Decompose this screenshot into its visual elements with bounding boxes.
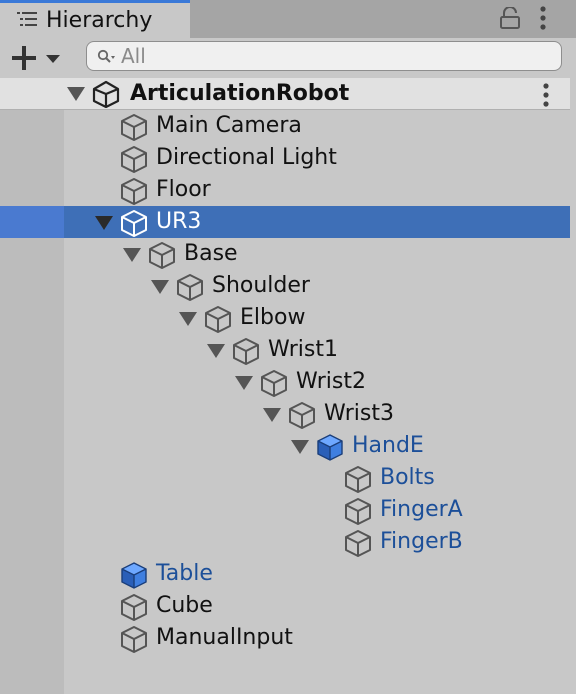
cube-icon <box>345 466 371 493</box>
hierarchy-item-cube[interactable]: Cube <box>0 590 570 622</box>
hierarchy-item-directional-light[interactable]: Directional Light <box>0 142 570 174</box>
cube-icon <box>149 242 175 269</box>
plus-icon[interactable] <box>10 44 66 72</box>
hierarchy-item-label: Shoulder <box>212 273 310 298</box>
hierarchy-item-floor[interactable]: Floor <box>0 174 570 206</box>
hierarchy-item-main-camera[interactable]: Main Camera <box>0 110 570 142</box>
hierarchy-item-label: Base <box>184 241 238 266</box>
tab-title: Hierarchy <box>46 8 153 33</box>
hierarchy-item-label: Wrist2 <box>296 369 367 394</box>
expand-arrow-icon[interactable] <box>235 376 253 390</box>
hierarchy-item-label: Floor <box>156 177 211 202</box>
hierarchy-item-ur3[interactable]: UR3 <box>0 206 570 238</box>
search-input[interactable] <box>121 43 541 69</box>
cube-icon <box>233 338 259 365</box>
hierarchy-list-icon <box>17 12 37 26</box>
hierarchy-item-label: Cube <box>156 593 213 618</box>
hierarchy-item-fingera[interactable]: FingerA <box>0 494 570 526</box>
expand-arrow-icon[interactable] <box>179 312 197 326</box>
scene-name: ArticulationRobot <box>130 81 350 106</box>
hierarchy-item-label: UR3 <box>156 209 202 234</box>
hierarchy-item-label: FingerB <box>380 529 463 554</box>
panel-edge <box>570 78 576 694</box>
hierarchy-item-wrist2[interactable]: Wrist2 <box>0 366 570 398</box>
search-field[interactable] <box>86 41 562 71</box>
lock-icon[interactable] <box>500 7 520 29</box>
cube-icon <box>121 114 147 141</box>
hierarchy-item-base[interactable]: Base <box>0 238 570 270</box>
cube-icon <box>345 530 371 557</box>
cube-icon <box>261 370 287 397</box>
hierarchy-item-hande[interactable]: HandE <box>0 430 570 462</box>
expand-arrow-icon[interactable] <box>67 87 85 101</box>
hierarchy-item-shoulder[interactable]: Shoulder <box>0 270 570 302</box>
scene-menu-kebab-icon[interactable] <box>541 83 551 107</box>
expand-arrow-icon[interactable] <box>95 216 113 230</box>
search-icon <box>97 49 115 63</box>
unity-logo-icon <box>92 80 120 108</box>
hierarchy-item-label: Table <box>156 561 213 586</box>
window-tab-bar: Hierarchy <box>0 0 576 38</box>
hierarchy-item-label: Bolts <box>380 465 435 490</box>
expand-arrow-icon[interactable] <box>123 248 141 262</box>
cube-icon <box>121 210 147 237</box>
hierarchy-toolbar <box>0 38 576 79</box>
hierarchy-item-label: Main Camera <box>156 113 302 138</box>
cube-icon <box>121 178 147 205</box>
hierarchy-item-wrist1[interactable]: Wrist1 <box>0 334 570 366</box>
cube-icon <box>121 626 147 653</box>
prefab-cube-icon <box>317 434 343 461</box>
hierarchy-item-table[interactable]: Table <box>0 558 570 590</box>
cube-icon <box>121 594 147 621</box>
hierarchy-item-bolts[interactable]: Bolts <box>0 462 570 494</box>
expand-arrow-icon[interactable] <box>151 280 169 294</box>
expand-arrow-icon[interactable] <box>207 344 225 358</box>
prefab-cube-icon <box>121 562 147 589</box>
hierarchy-item-label: Wrist1 <box>268 337 339 362</box>
hierarchy-item-label: Directional Light <box>156 145 337 170</box>
hierarchy-item-label: Elbow <box>240 305 306 330</box>
cube-icon <box>205 306 231 333</box>
expand-arrow-icon[interactable] <box>291 440 309 454</box>
hierarchy-item-manualinput[interactable]: ManualInput <box>0 622 570 654</box>
cube-icon <box>177 274 203 301</box>
hierarchy-item-fingerb[interactable]: FingerB <box>0 526 570 558</box>
hierarchy-tab[interactable]: Hierarchy <box>0 0 190 38</box>
window-menu-kebab-icon[interactable] <box>538 6 548 30</box>
cube-icon <box>289 402 315 429</box>
selection-gutter <box>0 206 64 238</box>
hierarchy-item-wrist3[interactable]: Wrist3 <box>0 398 570 430</box>
cube-icon <box>345 498 371 525</box>
cube-icon <box>121 146 147 173</box>
hierarchy-item-label: FingerA <box>380 497 463 522</box>
hierarchy-item-label: ManualInput <box>156 625 293 650</box>
hierarchy-item-label: HandE <box>352 433 424 458</box>
scene-header-row[interactable]: ArticulationRobot <box>0 78 576 110</box>
hierarchy-item-label: Wrist3 <box>324 401 395 426</box>
expand-arrow-icon[interactable] <box>263 408 281 422</box>
hierarchy-item-elbow[interactable]: Elbow <box>0 302 570 334</box>
